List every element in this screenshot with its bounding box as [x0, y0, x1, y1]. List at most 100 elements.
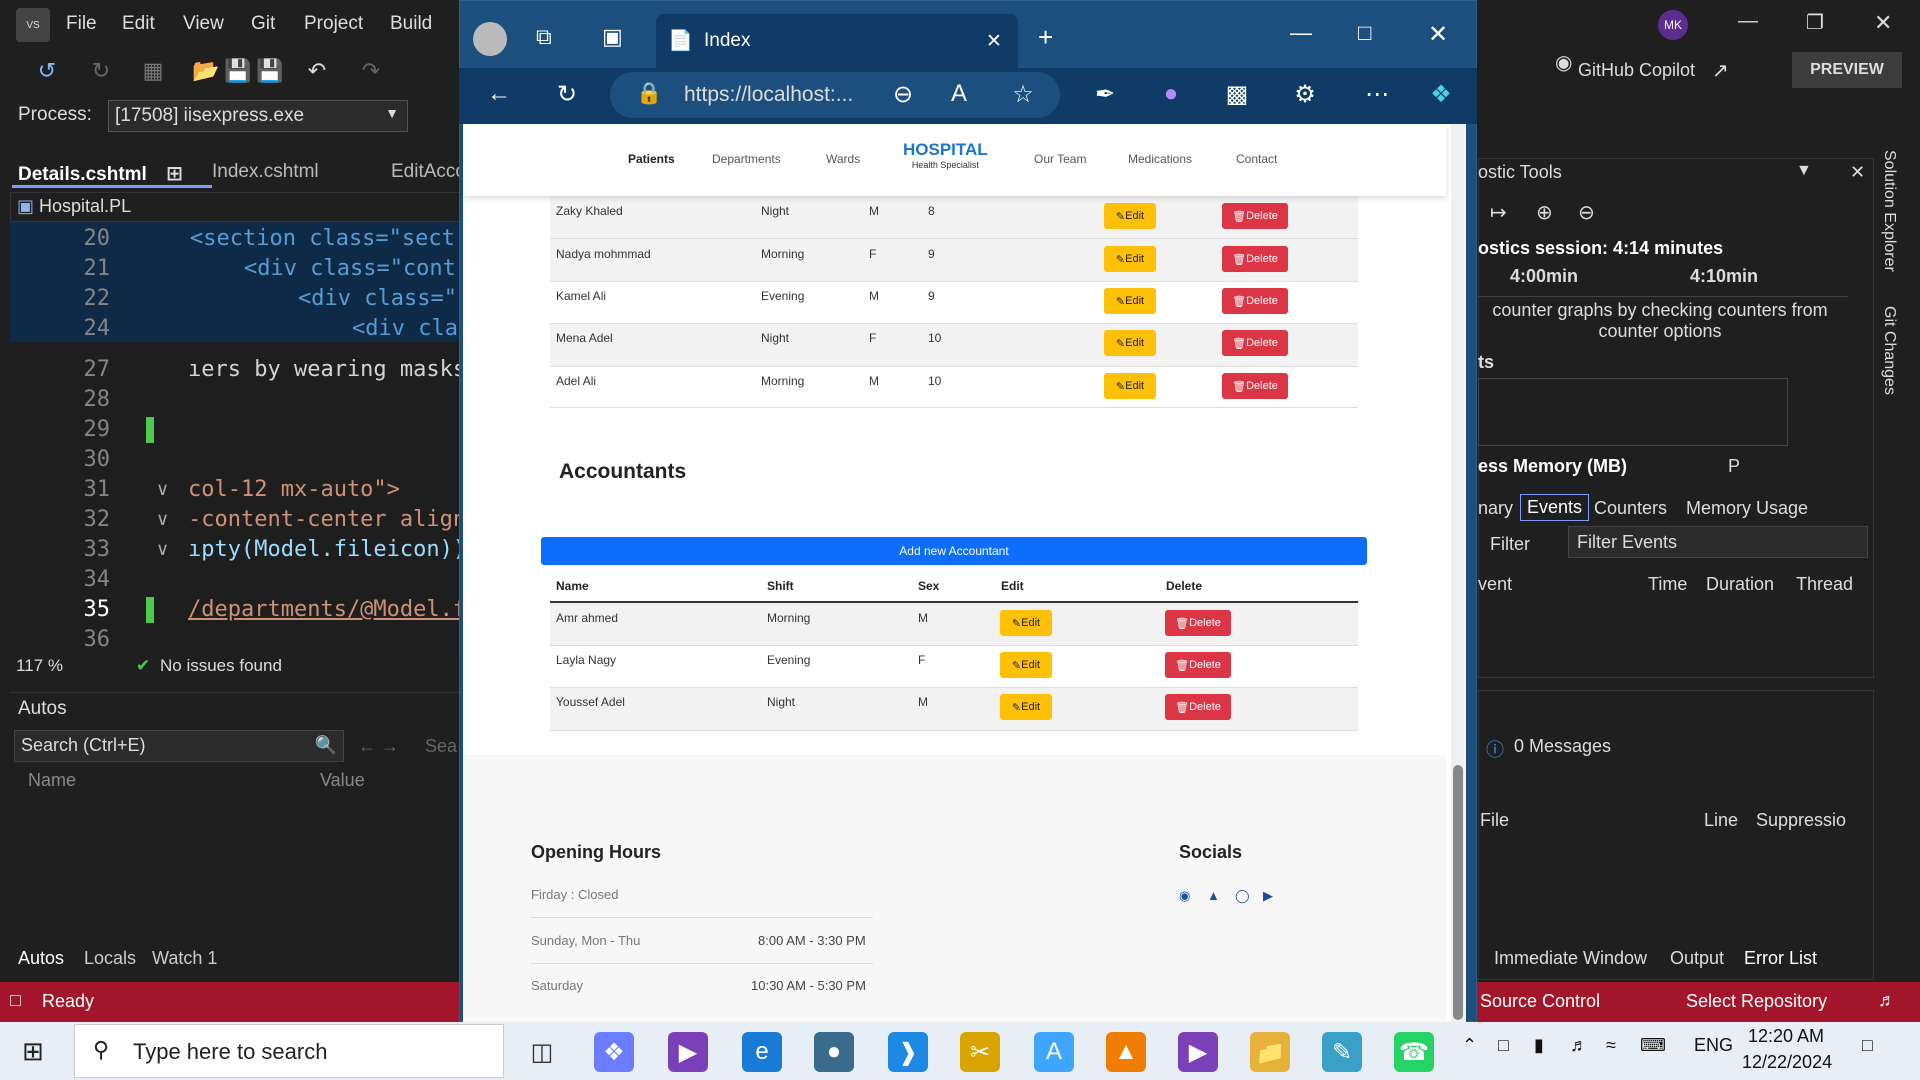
fold-chevron-icon[interactable]: ∨ [156, 539, 169, 560]
favorite-star-icon[interactable]: ☆ [1008, 80, 1038, 109]
refresh-icon[interactable]: ↻ [552, 80, 582, 109]
tab-autos[interactable]: Autos [18, 948, 64, 969]
edit-button[interactable]: ✎ Edit [1104, 203, 1156, 229]
avatar[interactable]: MK [1658, 10, 1688, 40]
solution-config-icon[interactable]: ▦ [140, 58, 166, 84]
copilot-app-icon[interactable]: ❖ [594, 1032, 634, 1072]
nav-medications[interactable]: Medications [1128, 152, 1192, 166]
close-icon[interactable]: ✕ [986, 30, 1002, 53]
delete-button[interactable]: 🗑 Delete [1222, 373, 1288, 399]
more-menu-icon[interactable]: ⋯ [1362, 80, 1392, 109]
tab-immediate[interactable]: Immediate Window [1494, 948, 1647, 969]
azure-data-studio-icon[interactable]: A [1034, 1032, 1074, 1072]
project-dropdown[interactable]: ▣ Hospital.PL [10, 192, 460, 222]
tab-index-cshtml[interactable]: Index.cshtml [206, 158, 376, 188]
filter-events-input[interactable]: Filter Events [1568, 526, 1868, 558]
process-dropdown[interactable]: [17508] iisexpress.exe ▼ [108, 100, 408, 132]
instagram-icon[interactable]: ◯ [1235, 888, 1250, 904]
eyedropper-icon[interactable]: ✒ [1090, 80, 1120, 109]
youtube-icon[interactable]: ▶ [1263, 888, 1273, 904]
language-indicator[interactable]: ENG [1694, 1035, 1733, 1056]
notepad-icon[interactable]: ✎ [1322, 1032, 1362, 1072]
pin-icon[interactable]: ⊞ [166, 163, 183, 185]
tab-details-cshtml[interactable]: Details.cshtml ⊞ ✕ [12, 158, 212, 210]
visual-studio-preview-icon[interactable]: ▶ [1178, 1032, 1218, 1072]
zoom-out-icon[interactable]: ⊖ [1578, 200, 1595, 225]
clock-date[interactable]: 12/22/2024 [1742, 1052, 1832, 1073]
bell-icon[interactable]: ♬ [1878, 990, 1896, 1011]
fold-chevron-icon[interactable]: ∨ [156, 479, 169, 500]
close-icon[interactable]: ✕ [1850, 162, 1865, 183]
tab-actions-icon[interactable]: ▣ [602, 24, 623, 50]
autos-search-input[interactable]: Search (Ctrl+E) 🔍 [14, 730, 344, 762]
minimize-icon[interactable]: — [1738, 10, 1758, 33]
close-icon[interactable]: ✕ [1874, 10, 1892, 36]
wifi-icon[interactable]: ≈ [1606, 1035, 1616, 1056]
menu-edit[interactable]: Edit [122, 13, 155, 35]
git-changes-tab[interactable]: Git Changes [1880, 306, 1898, 395]
back-icon[interactable]: ↺ [34, 58, 60, 84]
save-all-icon[interactable]: 💾 [256, 58, 283, 84]
windows-start-icon[interactable]: ⊞ [22, 1036, 44, 1067]
clock-time[interactable]: 12:20 AM [1748, 1026, 1824, 1047]
tab-memory-usage[interactable]: Memory Usage [1686, 498, 1808, 519]
edit-button[interactable]: ✎ Edit [1000, 694, 1052, 720]
nav-our-team[interactable]: Our Team [1034, 152, 1086, 166]
menu-view[interactable]: View [183, 13, 224, 35]
source-control[interactable]: Source Control [1480, 991, 1600, 1012]
delete-button[interactable]: 🗑 Delete [1165, 694, 1231, 720]
copilot-icon[interactable]: ❖ [1426, 80, 1456, 109]
forward-icon[interactable]: ↻ [88, 58, 114, 84]
menu-build[interactable]: Build [390, 13, 432, 35]
nav-departments[interactable]: Departments [712, 152, 781, 166]
delete-button[interactable]: 🗑 Delete [1222, 203, 1288, 229]
back-icon[interactable]: ← [484, 80, 514, 108]
edit-button[interactable]: ✎ Edit [1104, 373, 1156, 399]
browser-tab-index[interactable]: 📄 Index ✕ [656, 14, 1018, 68]
share-icon[interactable]: ↗ [1712, 58, 1729, 83]
maximize-icon[interactable]: □ [1358, 20, 1371, 46]
twitter-icon[interactable]: ▲ [1207, 888, 1220, 903]
scrollbar-thumb[interactable] [1453, 765, 1463, 1020]
tab-editacco[interactable]: EditAcco [385, 158, 465, 188]
tab-events[interactable]: Events [1520, 494, 1590, 521]
visual-studio-icon[interactable]: ▶ [668, 1032, 708, 1072]
vlc-icon[interactable]: ▲ [1106, 1032, 1146, 1072]
delete-button[interactable]: 🗑 Delete [1222, 330, 1288, 356]
github-copilot[interactable]: GitHub Copilot [1578, 60, 1695, 81]
notifications-icon[interactable]: □ [1862, 1035, 1873, 1056]
edit-button[interactable]: ✎ Edit [1104, 288, 1156, 314]
edge-browser-icon[interactable]: e [742, 1032, 782, 1072]
nav-wards[interactable]: Wards [826, 152, 860, 166]
keyboard-icon[interactable]: ⌨ [1640, 1035, 1666, 1056]
tab-counters[interactable]: Counters [1594, 498, 1667, 519]
zoom-level[interactable]: 117 % [16, 656, 63, 676]
open-folder-icon[interactable]: 📂 [192, 58, 219, 84]
menu-git[interactable]: Git [251, 13, 275, 35]
tab-summary[interactable]: nary [1478, 498, 1513, 519]
delete-button[interactable]: 🗑 Delete [1165, 610, 1231, 636]
chevron-up-icon[interactable]: ⌃ [1462, 1035, 1477, 1056]
restore-icon[interactable]: ❐ [1806, 10, 1824, 35]
zoom-in-icon[interactable]: ⊕ [1536, 200, 1553, 225]
export-icon[interactable]: ↦ [1490, 200, 1507, 225]
new-tab-icon[interactable]: + [1038, 22, 1053, 53]
extensions-puzzle-icon[interactable]: ⚙ [1290, 80, 1320, 109]
postgres-icon[interactable]: ● [814, 1032, 854, 1072]
save-icon[interactable]: 💾 [224, 58, 251, 84]
delete-button[interactable]: 🗑 Delete [1222, 246, 1288, 272]
select-repository[interactable]: Select Repository [1686, 991, 1827, 1012]
tab-locals[interactable]: Locals [84, 948, 136, 969]
menu-project[interactable]: Project [304, 13, 363, 35]
edit-button[interactable]: ✎ Edit [1000, 610, 1052, 636]
tab-output[interactable]: Output [1670, 948, 1724, 969]
taskbar-search-input[interactable]: ⚲ Type here to search [74, 1024, 504, 1078]
url-input[interactable]: 🔒 https://localhost:... [610, 72, 1060, 118]
delete-button[interactable]: 🗑 Delete [1222, 288, 1288, 314]
solution-explorer-tab[interactable]: Solution Explorer [1880, 150, 1898, 272]
screen-cast-icon[interactable]: ▩ [1222, 80, 1252, 109]
workspaces-icon[interactable]: ⧉ [536, 24, 552, 50]
tray-app-icon[interactable]: □ [1498, 1035, 1509, 1056]
volume-icon[interactable]: ♬ [1570, 1035, 1588, 1056]
vscode-icon[interactable]: ❱ [888, 1032, 928, 1072]
